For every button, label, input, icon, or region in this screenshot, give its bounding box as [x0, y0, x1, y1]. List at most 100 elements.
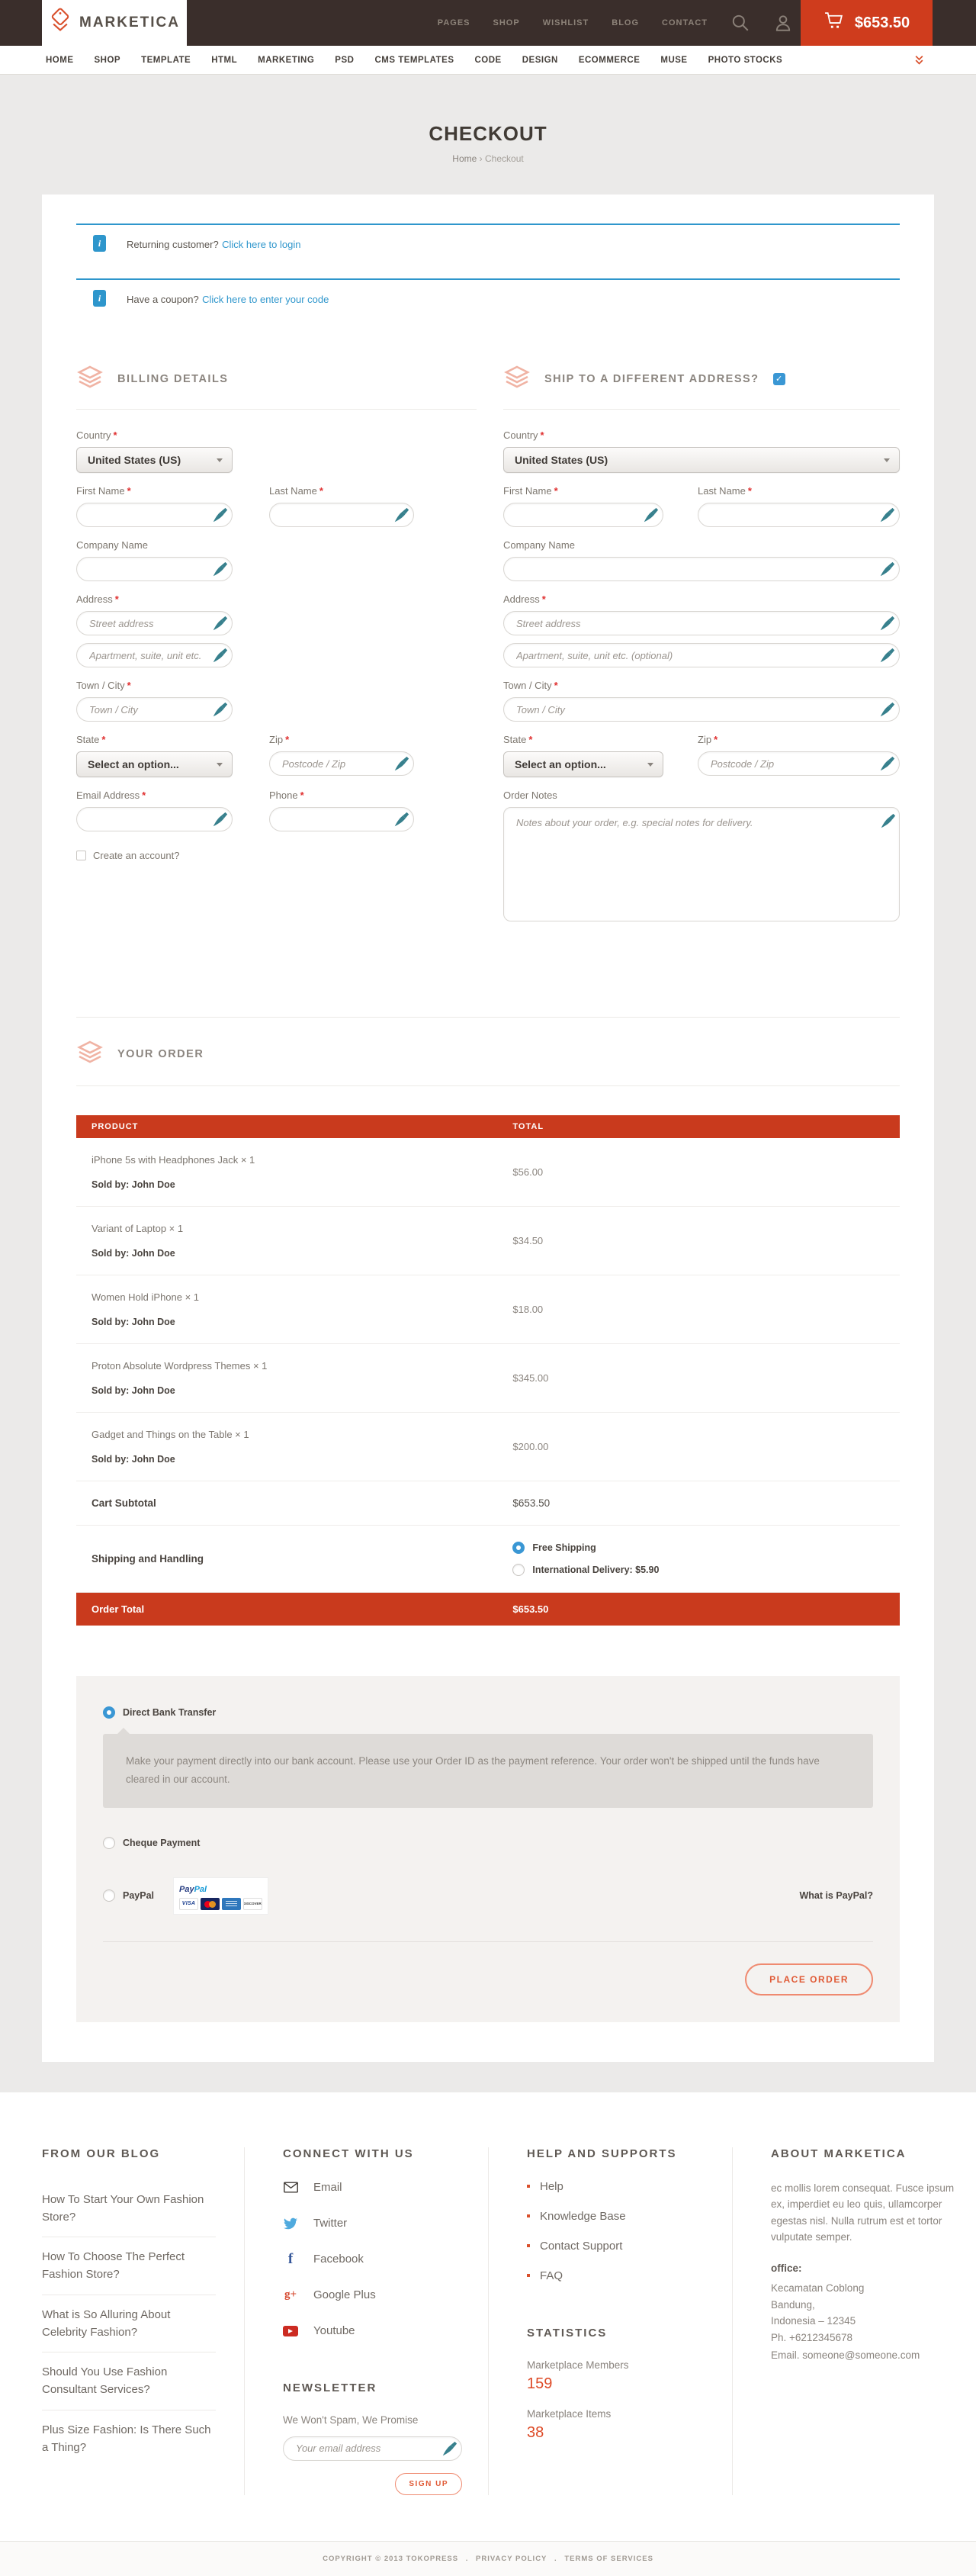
- nav-wishlist[interactable]: WISHLIST: [543, 18, 589, 27]
- breadcrumb-home[interactable]: Home: [452, 153, 477, 164]
- shipping-state-select[interactable]: Select an option...: [503, 751, 663, 777]
- subnav-html[interactable]: HTML: [211, 56, 237, 65]
- product-seller: Sold by: John Doe: [92, 1385, 512, 1396]
- subnav-template[interactable]: TEMPLATE: [141, 56, 191, 65]
- subnav-marketing[interactable]: MARKETING: [258, 56, 314, 65]
- nav-shop[interactable]: SHOP: [493, 18, 520, 27]
- shipping-town-input[interactable]: [516, 704, 875, 716]
- cheque-payment-option[interactable]: Cheque Payment: [103, 1837, 873, 1849]
- newsletter-email-input[interactable]: [296, 2443, 437, 2454]
- subnav-cms-templates[interactable]: CMS TEMPLATES: [374, 56, 454, 65]
- billing-first-name-input[interactable]: [89, 510, 207, 521]
- user-account-icon[interactable]: [773, 13, 793, 33]
- radio-selected-icon[interactable]: [103, 1706, 115, 1719]
- subnav-muse[interactable]: MUSE: [660, 56, 687, 65]
- subnav-psd[interactable]: PSD: [335, 56, 354, 65]
- radio-unselected-icon[interactable]: [103, 1889, 115, 1902]
- blog-post-link[interactable]: What is So Alluring About Celebrity Fash…: [42, 2295, 216, 2353]
- notice-text: Returning customer?: [127, 239, 219, 250]
- subnav-shop[interactable]: SHOP: [95, 56, 121, 65]
- billing-company-input[interactable]: [89, 564, 207, 575]
- place-order-button[interactable]: PLACE ORDER: [745, 1963, 873, 1996]
- subnav-ecommerce[interactable]: ECOMMERCE: [579, 56, 640, 65]
- subnav-home[interactable]: HOME: [46, 56, 74, 65]
- shipping-title: SHIP TO A DIFFERENT ADDRESS?: [544, 373, 759, 385]
- create-account-label: Create an account?: [93, 850, 179, 861]
- nav-blog[interactable]: BLOG: [612, 18, 639, 27]
- terms-of-services-link[interactable]: TERMS OF SERVICES: [564, 2555, 653, 2563]
- cart-button[interactable]: $653.50: [801, 0, 933, 46]
- blog-post-link[interactable]: Should You Use Fashion Consultant Servic…: [42, 2352, 216, 2410]
- breadcrumb-current: Checkout: [485, 153, 524, 164]
- blog-post-link[interactable]: Plus Size Fashion: Is There Such a Thing…: [42, 2410, 216, 2468]
- checkout-forms: BILLING DETAILS Country* United States (…: [76, 365, 900, 925]
- email-line: Email. someone@someone.com: [771, 2347, 955, 2365]
- shipping-town-label: Town / City*: [503, 680, 900, 691]
- coupon-link[interactable]: Click here to enter your code: [202, 294, 329, 305]
- search-icon[interactable]: [730, 13, 750, 33]
- shipping-first-name-input[interactable]: [516, 510, 638, 521]
- shipping-last-name-input[interactable]: [711, 510, 875, 521]
- nav-contact[interactable]: CONTACT: [662, 18, 708, 27]
- billing-street-input[interactable]: [89, 618, 207, 629]
- billing-state-label: State*: [76, 734, 233, 745]
- radio-unselected-icon[interactable]: [103, 1837, 115, 1849]
- what-is-paypal-link[interactable]: What is PayPal?: [799, 1890, 873, 1901]
- facebook-link[interactable]: f Facebook: [283, 2252, 467, 2267]
- email-link[interactable]: Email: [283, 2180, 467, 2195]
- twitter-link[interactable]: Twitter: [283, 2216, 467, 2231]
- contact-support-link[interactable]: Contact Support: [527, 2240, 711, 2253]
- shipping-street-input[interactable]: [516, 618, 875, 629]
- pen-icon: [880, 813, 896, 829]
- radio-selected-icon[interactable]: [512, 1542, 525, 1554]
- billing-country-select[interactable]: United States (US): [76, 447, 233, 473]
- free-shipping-option[interactable]: Free Shipping: [512, 1542, 900, 1554]
- subnav-code[interactable]: CODE: [475, 56, 502, 65]
- more-categories-chevron-icon[interactable]: [914, 55, 924, 69]
- sign-up-button[interactable]: SIGN UP: [395, 2473, 462, 2495]
- shipping-zip-input[interactable]: [711, 758, 875, 770]
- create-account-checkbox[interactable]: [76, 851, 86, 860]
- ship-different-address-checkbox[interactable]: ✓: [773, 373, 785, 385]
- blog-post-link[interactable]: How To Start Your Own Fashion Store?: [42, 2180, 216, 2238]
- bullet-icon: [527, 2244, 530, 2247]
- help-link[interactable]: Help: [527, 2180, 711, 2193]
- shipping-country-label: Country*: [503, 429, 900, 441]
- login-link[interactable]: Click here to login: [222, 239, 300, 250]
- returning-customer-notice: i Returning customer? Click here to logi…: [76, 224, 900, 265]
- youtube-link[interactable]: Youtube: [283, 2324, 467, 2339]
- billing-zip-input[interactable]: [282, 758, 389, 770]
- nav-pages[interactable]: PAGES: [438, 18, 470, 27]
- shipping-state-label: State*: [503, 734, 663, 745]
- subnav-photo-stocks[interactable]: PHOTO STOCKS: [708, 56, 783, 65]
- direct-bank-transfer-option[interactable]: Direct Bank Transfer: [103, 1706, 873, 1719]
- billing-phone-input[interactable]: [282, 814, 389, 825]
- blog-post-link[interactable]: How To Choose The Perfect Fashion Store?: [42, 2237, 216, 2295]
- billing-section-header: BILLING DETAILS: [76, 365, 477, 410]
- table-row: Proton Absolute Wordpress Themes × 1 Sol…: [76, 1344, 900, 1413]
- billing-apartment-input[interactable]: [89, 650, 207, 661]
- billing-last-name-input[interactable]: [282, 510, 389, 521]
- product-seller: Sold by: John Doe: [92, 1454, 512, 1465]
- privacy-policy-link[interactable]: PRIVACY POLICY: [476, 2555, 547, 2563]
- radio-unselected-icon[interactable]: [512, 1564, 525, 1576]
- billing-state-select[interactable]: Select an option...: [76, 751, 233, 777]
- paypal-option[interactable]: PayPal PayPal VISA DISCOVER What is PayP…: [103, 1878, 873, 1914]
- page-header: CHECKOUT Home › Checkout: [0, 75, 976, 164]
- faq-link[interactable]: FAQ: [527, 2269, 711, 2282]
- newsletter-email-field: [283, 2436, 462, 2461]
- knowledge-base-link[interactable]: Knowledge Base: [527, 2210, 711, 2223]
- logo[interactable]: MARKETICA: [42, 0, 187, 46]
- international-delivery-option[interactable]: International Delivery: $5.90: [512, 1564, 900, 1576]
- shipping-apartment-input[interactable]: [516, 650, 875, 661]
- shipping-address-label: Address*: [503, 593, 900, 605]
- subnav-design[interactable]: DESIGN: [522, 56, 558, 65]
- order-notes-textarea[interactable]: [503, 807, 900, 921]
- accepted-cards-image: PayPal VISA DISCOVER: [174, 1878, 268, 1914]
- breadcrumb: Home › Checkout: [0, 153, 976, 164]
- shipping-country-select[interactable]: United States (US): [503, 447, 900, 473]
- billing-town-input[interactable]: [89, 704, 207, 716]
- google-plus-link[interactable]: g+ Google Plus: [283, 2288, 467, 2303]
- shipping-company-input[interactable]: [516, 564, 875, 575]
- billing-email-input[interactable]: [89, 814, 207, 825]
